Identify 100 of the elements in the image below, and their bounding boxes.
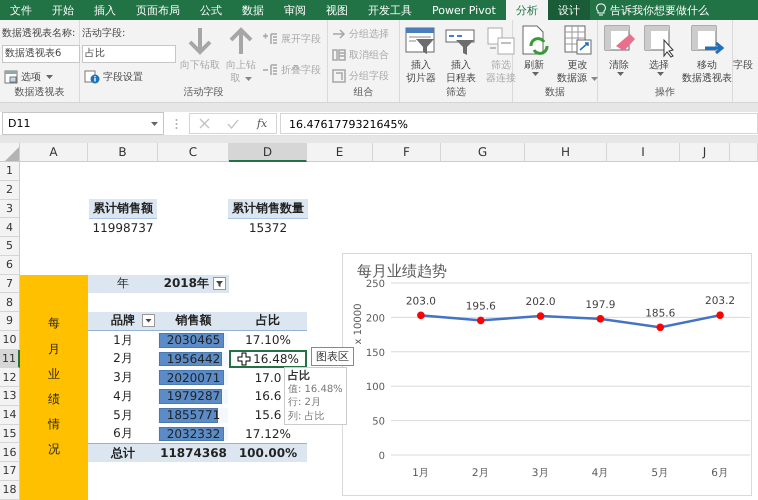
- row-header[interactable]: 17: [0, 462, 20, 481]
- axis-tick-label: 6月: [711, 467, 729, 479]
- row-header[interactable]: 7: [0, 274, 20, 294]
- ribbon-tab[interactable]: 审阅: [274, 0, 316, 20]
- ribbon-tab[interactable]: 开发工具: [358, 0, 422, 20]
- side-label: 每月业绩情况: [48, 315, 60, 458]
- dropdown-button-icon[interactable]: [142, 314, 155, 328]
- field-caption: 数据透视表名称:: [2, 26, 76, 40]
- axis-tick-label: 2月: [472, 467, 490, 479]
- column-header[interactable]: H: [525, 143, 607, 162]
- ribbon-tab[interactable]: 设计: [548, 0, 590, 20]
- group-label: 数据透视表: [14, 86, 66, 100]
- data-point[interactable]: [656, 324, 664, 332]
- lightbulb-icon: [596, 3, 606, 17]
- row-header[interactable]: 5: [0, 237, 20, 256]
- ribbon-tab[interactable]: 数据: [232, 0, 274, 20]
- column-header[interactable]: J: [680, 143, 730, 162]
- axis-tick-label: 4月: [592, 467, 610, 479]
- table-icon: [4, 70, 18, 84]
- table-cell-text: 2032332: [166, 426, 222, 441]
- table-cell: 4月: [113, 388, 133, 405]
- ribbon-tab[interactable]: Power Pivot: [422, 0, 506, 20]
- row-header[interactable]: 11: [0, 350, 20, 368]
- data-point[interactable]: [476, 316, 485, 324]
- ribbon-tab[interactable]: 视图: [316, 0, 358, 20]
- column-header[interactable]: G: [441, 143, 525, 162]
- ribbon-tab[interactable]: 文件: [0, 0, 42, 20]
- ribbon-tab[interactable]: 公式: [190, 0, 232, 20]
- drag-handle-icon[interactable]: [175, 118, 178, 130]
- axis-tick-label: 250: [366, 279, 385, 290]
- caret-icon: [532, 72, 538, 76]
- ribbon-button[interactable]: 选择: [640, 23, 678, 76]
- ribbon-button[interactable]: 选项: [2, 68, 80, 85]
- total-value: 100.00%: [238, 446, 298, 460]
- column-header[interactable]: I: [607, 143, 680, 162]
- column-header[interactable]: E: [307, 143, 373, 162]
- ribbon-button[interactable]: 清除: [600, 23, 638, 76]
- row-header[interactable]: 4: [0, 218, 20, 237]
- row-header[interactable]: 15: [0, 424, 20, 444]
- column-header[interactable]: F: [373, 143, 441, 162]
- data-point[interactable]: [417, 312, 425, 320]
- ribbon-tab[interactable]: 分析: [506, 0, 548, 20]
- group-icon: [332, 68, 346, 82]
- data-label: 202.0: [526, 296, 556, 308]
- table-cell: 17.10%: [245, 333, 291, 348]
- row-header[interactable]: 10: [0, 330, 20, 350]
- data-label: 197.9: [585, 298, 616, 311]
- table-cell: 2月: [113, 350, 133, 368]
- name-box[interactable]: D11: [2, 112, 164, 135]
- up-arrow-icon: [228, 26, 254, 56]
- table-cell: 5月: [113, 406, 133, 424]
- caret-icon: [46, 74, 53, 79]
- row-header[interactable]: 14: [0, 406, 20, 424]
- total-value: 11874368: [160, 446, 227, 460]
- data-label: 203.2: [705, 295, 736, 308]
- ribbon-tab[interactable]: 插入: [84, 0, 126, 20]
- row-header[interactable]: 2: [0, 180, 20, 200]
- column-header[interactable]: B: [88, 143, 158, 162]
- tell-me-search[interactable]: 告诉我你想要做什么: [590, 0, 715, 20]
- expand-icon: [262, 32, 278, 46]
- ribbon-tab[interactable]: 开始: [42, 0, 84, 20]
- right-arrow-icon: [332, 26, 346, 40]
- table-cell: 16.6: [254, 389, 282, 404]
- row-header[interactable]: 13: [0, 387, 20, 406]
- data-point[interactable]: [596, 315, 604, 323]
- row-header[interactable]: 8: [0, 293, 20, 312]
- row-header[interactable]: 1: [0, 162, 20, 181]
- column-header[interactable]: C: [158, 143, 229, 162]
- text-field[interactable]: 数据透视表6: [2, 45, 80, 64]
- data-point[interactable]: [536, 312, 544, 320]
- insert-function-button[interactable]: fx: [256, 117, 268, 130]
- row-header[interactable]: 12: [0, 368, 20, 387]
- filter-button-icon[interactable]: [213, 277, 226, 290]
- ribbon-button[interactable]: 字段: [733, 23, 753, 72]
- column-header[interactable]: A: [20, 143, 88, 162]
- column-heading: 销售额: [176, 312, 212, 330]
- row-header[interactable]: 6: [0, 256, 20, 274]
- ribbon-button[interactable]: 移动 数据透视表: [680, 23, 734, 85]
- text-field[interactable]: 占比: [82, 45, 176, 64]
- row-header[interactable]: 16: [0, 443, 20, 462]
- data-label: 195.6: [466, 300, 496, 312]
- ribbon-button[interactable]: 字段设置: [82, 68, 176, 85]
- check-icon[interactable]: [227, 118, 240, 128]
- axis-tick-label: 50: [372, 416, 385, 428]
- selected-cell[interactable]: 16.48%: [229, 350, 307, 368]
- ribbon-button[interactable]: 插入 切片器: [402, 23, 440, 85]
- ribbon-button[interactable]: 插入 日程表: [442, 23, 480, 85]
- row-header[interactable]: 3: [0, 200, 20, 218]
- settings-icon: [84, 70, 100, 84]
- group-label: 活动字段: [182, 86, 224, 100]
- axis-tick-label: 3月: [532, 467, 550, 479]
- column-header[interactable]: D: [229, 143, 307, 162]
- ribbon-tab[interactable]: 页面布局: [126, 0, 190, 20]
- ribbon-button[interactable]: 更改 数据源: [555, 23, 600, 85]
- caret-icon: [591, 76, 598, 80]
- data-point[interactable]: [716, 311, 724, 319]
- row-header[interactable]: 9: [0, 312, 20, 331]
- row-header[interactable]: 18: [0, 480, 20, 500]
- formula-field[interactable]: 16.4761779321645%: [280, 113, 758, 134]
- total-label: 总计: [111, 444, 135, 462]
